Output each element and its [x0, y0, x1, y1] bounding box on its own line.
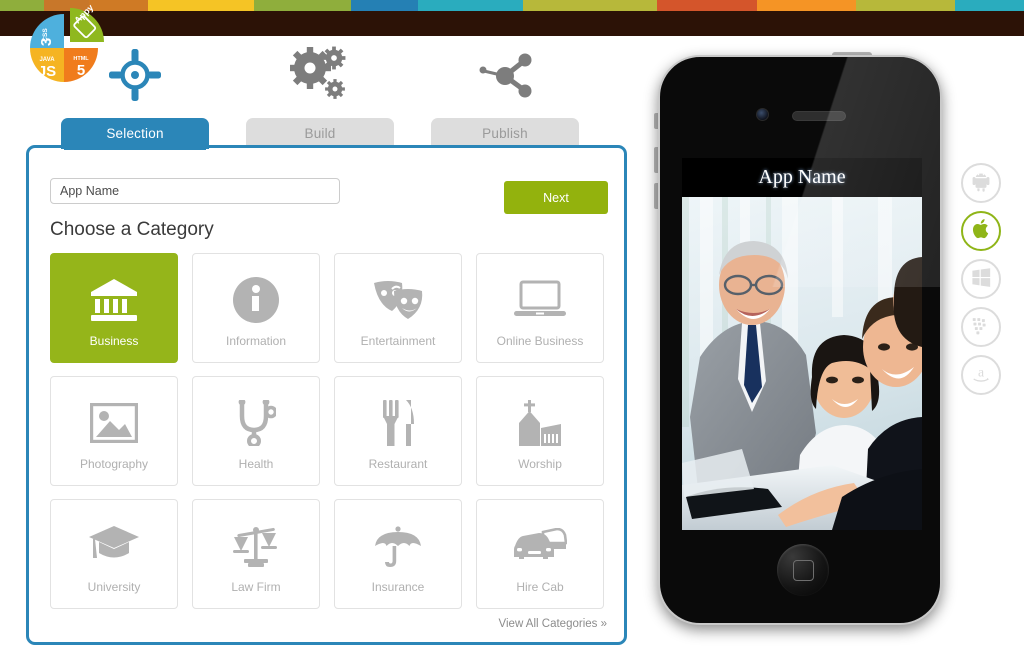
category-label: Insurance — [371, 580, 425, 594]
app-title: App Name — [758, 166, 846, 188]
front-camera-icon — [756, 108, 769, 121]
share-icon — [476, 49, 534, 101]
info-circle-icon — [193, 274, 319, 326]
appy-pie-logo[interactable]: Appy CSS 3 JAVA JS HTML 5 — [20, 2, 108, 90]
category-label: Restaurant — [368, 457, 428, 471]
tab-selection-label: Selection — [106, 126, 164, 141]
platform-button-amazon[interactable]: a — [961, 355, 1001, 395]
category-label: Hire Cab — [516, 580, 564, 594]
stripe-segment — [148, 0, 254, 11]
svg-text:5: 5 — [77, 62, 85, 79]
target-icon — [109, 49, 161, 101]
category-tile-photography[interactable]: Photography — [50, 376, 178, 486]
stripe-segment — [523, 0, 657, 11]
top-dark-bar — [0, 11, 1024, 36]
step-icon-publish[interactable] — [445, 44, 565, 106]
fork-knife-icon — [335, 397, 461, 449]
view-all-categories-link[interactable]: View All Categories » — [499, 618, 607, 630]
active-tab-merge — [64, 143, 206, 150]
page-title: Choose a Category — [50, 219, 214, 240]
church-icon — [477, 397, 603, 449]
category-label: Law Firm — [231, 580, 281, 594]
category-tile-information[interactable]: Information — [192, 253, 320, 363]
platform-button-android[interactable] — [961, 163, 1001, 203]
cars-icon — [477, 520, 603, 572]
bank-icon — [51, 274, 177, 326]
platform-button-ios[interactable] — [961, 211, 1001, 251]
stripe-segment — [855, 0, 955, 11]
umbrella-icon — [335, 520, 461, 572]
scales-icon — [193, 520, 319, 572]
stripe-segment — [417, 0, 524, 11]
earpiece-speaker — [792, 111, 846, 121]
app-name-input[interactable] — [50, 178, 340, 204]
category-tile-worship[interactable]: Worship — [476, 376, 604, 486]
category-tile-health[interactable]: Health — [192, 376, 320, 486]
stripe-segment — [351, 0, 418, 11]
laptop-icon — [477, 274, 603, 326]
top-color-stripe — [0, 0, 1024, 11]
category-label: Worship — [518, 457, 562, 471]
platform-rail: a — [961, 163, 1003, 403]
home-button[interactable] — [777, 544, 829, 596]
tab-publish-label: Publish — [482, 126, 528, 141]
category-tile-law-firm[interactable]: Law Firm — [192, 499, 320, 609]
step-icon-build[interactable] — [260, 44, 380, 106]
category-label: Entertainment — [360, 334, 436, 348]
tab-build-label: Build — [304, 126, 336, 141]
business-team-photo — [682, 197, 922, 530]
category-tile-restaurant[interactable]: Restaurant — [334, 376, 462, 486]
selection-panel: Next Choose a Category Business Informati… — [26, 145, 627, 645]
app-title-bar: App Name — [682, 158, 922, 197]
windows-icon — [970, 266, 992, 293]
category-tile-university[interactable]: University — [50, 499, 178, 609]
platform-button-windows[interactable] — [961, 259, 1001, 299]
svg-text:JS: JS — [38, 63, 56, 80]
blackberry-icon — [970, 314, 992, 341]
category-label: University — [87, 580, 141, 594]
photo-icon — [51, 397, 177, 449]
svg-text:3: 3 — [38, 38, 55, 46]
category-tile-hire-cab[interactable]: Hire Cab — [476, 499, 604, 609]
stripe-segment — [756, 0, 856, 11]
stripe-segment — [954, 0, 1024, 11]
phone-screen: App Name — [682, 158, 922, 530]
category-label: Information — [225, 334, 287, 348]
stethoscope-icon — [193, 397, 319, 449]
graduation-cap-icon — [51, 520, 177, 572]
apple-icon — [970, 217, 992, 246]
amazon-icon: a — [970, 362, 992, 389]
category-tile-entertainment[interactable]: Entertainment — [334, 253, 462, 363]
category-label: Business — [89, 334, 139, 348]
category-label: Online Business — [496, 334, 584, 348]
svg-text:a: a — [978, 364, 984, 379]
next-button[interactable]: Next — [504, 181, 608, 214]
stripe-segment — [253, 0, 352, 11]
stripe-segment — [656, 0, 757, 11]
category-grid: Business Information Entertainment Online B… — [50, 253, 608, 609]
theater-masks-icon — [335, 274, 461, 326]
platform-button-blackberry[interactable] — [961, 307, 1001, 347]
gears-icon — [290, 46, 350, 104]
category-label: Photography — [79, 457, 149, 471]
category-label: Health — [238, 457, 274, 471]
phone-body: App Name — [658, 55, 942, 625]
android-icon — [970, 170, 992, 197]
category-tile-online-business[interactable]: Online Business — [476, 253, 604, 363]
category-tile-insurance[interactable]: Insurance — [334, 499, 462, 609]
category-tile-business[interactable]: Business — [50, 253, 178, 363]
device-preview: App Name — [650, 52, 950, 640]
home-square-icon — [793, 560, 814, 581]
